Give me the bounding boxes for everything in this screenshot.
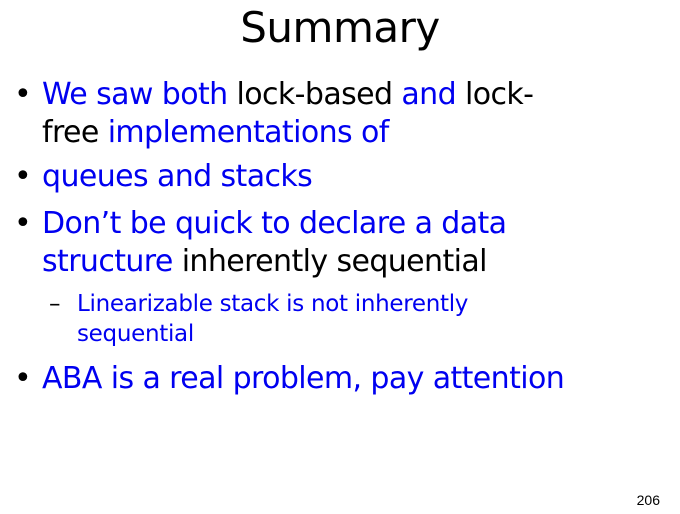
bullet-dot: •	[14, 361, 32, 396]
bullet-text-segment: We saw both	[42, 77, 237, 112]
bullet-text-segment: lock-based	[236, 77, 402, 112]
bullet-dot: •	[14, 77, 32, 112]
bullet-text-segment: queues and stacks	[42, 159, 313, 194]
bullet-item: • queues and stacks	[14, 158, 642, 196]
bullet-text-segment: free	[42, 115, 108, 150]
bullet-text-segment: lock-	[464, 77, 534, 112]
bullet-line: Don’t be quick to declare a data	[42, 205, 642, 243]
bullet-dot: •	[14, 159, 32, 194]
bullet-text-segment: and	[401, 77, 465, 112]
bullet-line: queues and stacks	[42, 158, 642, 196]
page-number: 206	[636, 492, 660, 508]
bullet-text-segment: Don’t be quick to declare a data	[42, 206, 507, 241]
bullet-item: • ABA is a real problem, pay attention	[14, 360, 642, 398]
bullet-line: structure inherently sequential	[42, 243, 642, 281]
bullet-line: ABA is a real problem, pay attention	[42, 360, 642, 398]
bullet-line: We saw both lock-based and lock-	[42, 76, 642, 114]
bullet-item: • We saw both lock-based and lock- free …	[14, 76, 642, 152]
bullet-item: • Don’t be quick to declare a data struc…	[14, 205, 642, 281]
sub-bullet-dash: –	[49, 291, 61, 317]
sub-bullet-line: Linearizable stack is not inherently	[77, 291, 469, 317]
bullet-text-segment: implementations of	[107, 115, 390, 150]
bullet-dot: •	[14, 206, 32, 241]
slide-title: Summary	[240, 3, 440, 52]
sub-bullet-line: sequential	[77, 321, 194, 347]
sub-bullet-item: – Linearizable stack is not inherently s…	[49, 289, 637, 349]
bullet-text-segment: inherently sequential	[181, 244, 488, 279]
bullet-text-segment: structure	[42, 244, 182, 279]
bullet-line: free implementations of	[42, 114, 642, 152]
bullet-text-segment: ABA is a real problem, pay attention	[42, 361, 565, 396]
